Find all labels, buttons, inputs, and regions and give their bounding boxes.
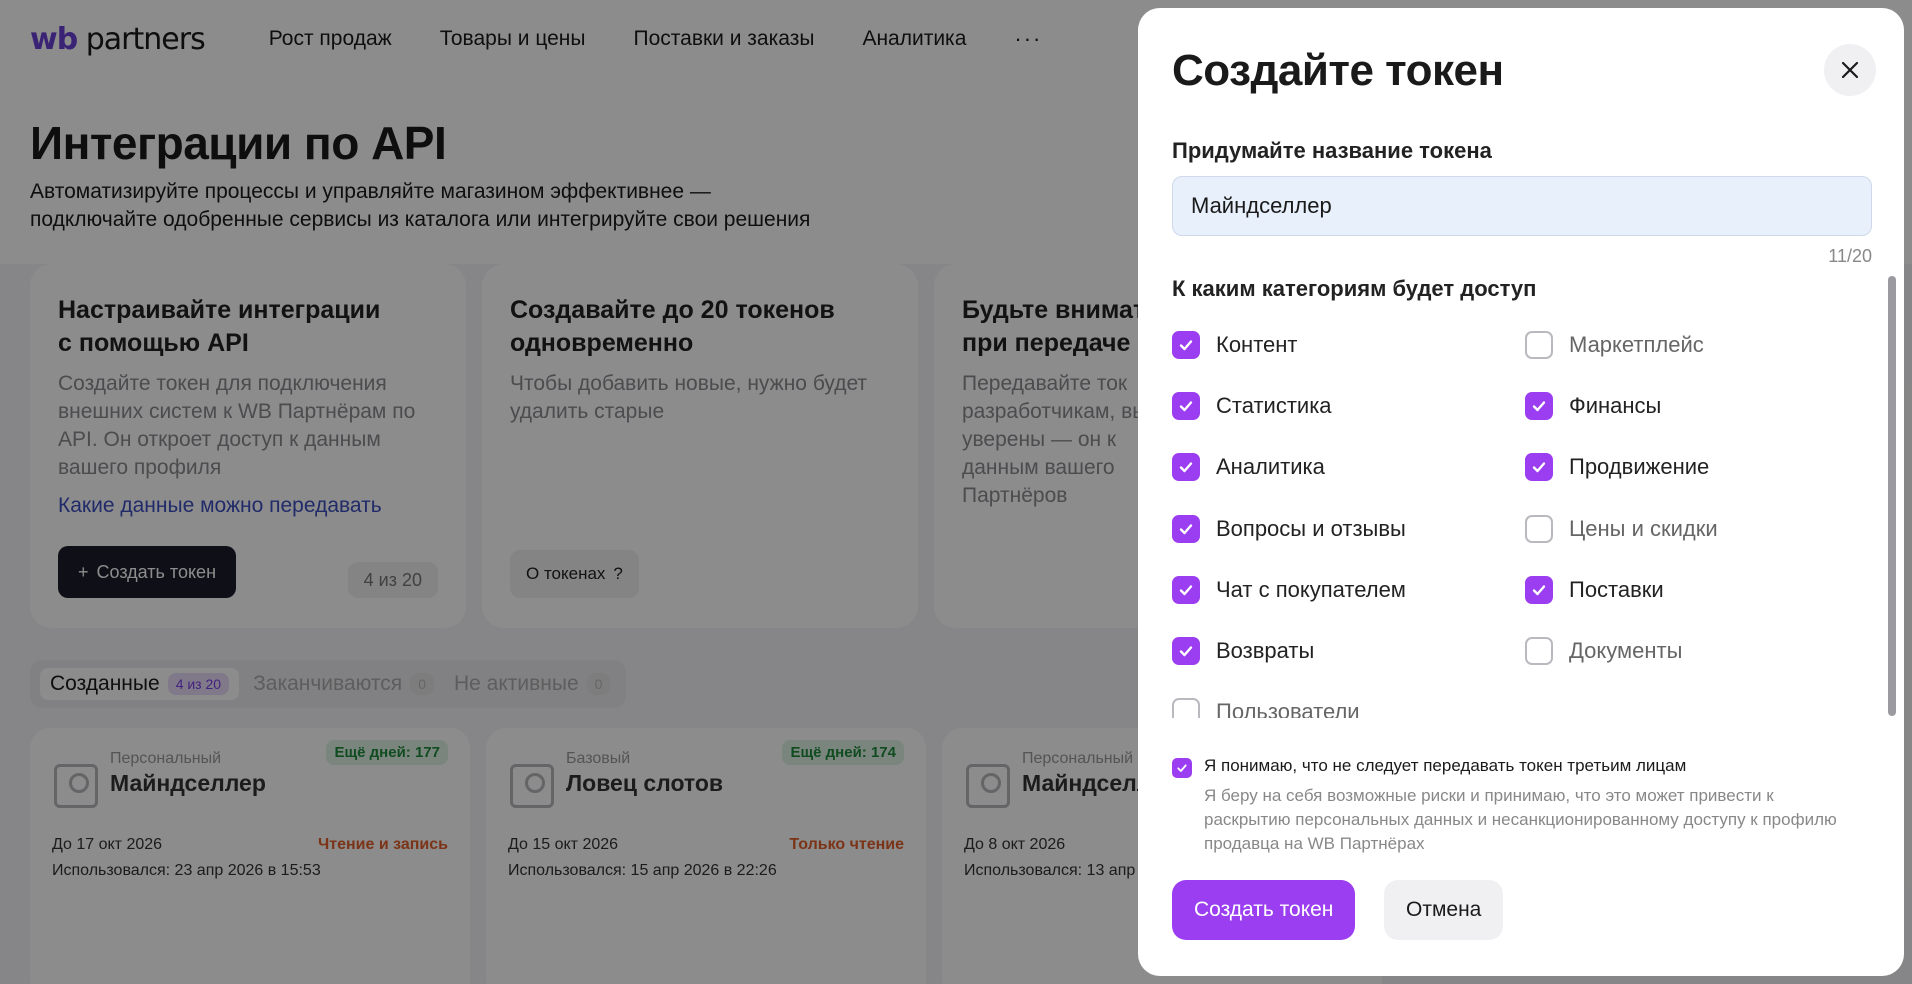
check-icon: [1532, 401, 1546, 412]
category-label: Чат с покупателем: [1216, 576, 1406, 602]
category-label: Возвраты: [1216, 638, 1315, 664]
check-icon: [1179, 523, 1193, 534]
category-label: Финансы: [1569, 392, 1662, 418]
category-checkbox[interactable]: [1172, 637, 1200, 666]
category-label: Аналитика: [1216, 454, 1325, 480]
category-label: Маркетплейс: [1569, 331, 1704, 357]
category-option[interactable]: Возвраты: [1172, 620, 1525, 681]
category-checkbox[interactable]: [1172, 514, 1200, 543]
category-checkbox[interactable]: [1172, 330, 1200, 359]
category-checkbox[interactable]: [1172, 698, 1200, 718]
category-option[interactable]: Документы: [1525, 620, 1872, 681]
category-label: Контент: [1216, 331, 1298, 357]
check-icon: [1177, 764, 1187, 772]
categories-list: Контент Маркетплейс Статистика Финансы Анали…: [1172, 314, 1872, 718]
check-icon: [1179, 339, 1193, 350]
category-checkbox[interactable]: [1525, 514, 1553, 543]
create-token-button[interactable]: Создать токен: [1172, 880, 1356, 940]
close-button[interactable]: [1824, 44, 1876, 96]
category-option[interactable]: Цены и скидки: [1525, 498, 1872, 559]
close-icon: [1841, 61, 1859, 79]
check-icon: [1179, 646, 1193, 657]
check-icon: [1179, 462, 1193, 473]
category-label: Поставки: [1569, 576, 1664, 602]
cancel-button[interactable]: Отмена: [1384, 880, 1504, 940]
category-checkbox[interactable]: [1525, 453, 1553, 482]
category-option[interactable]: Пользователи: [1172, 682, 1525, 718]
category-checkbox[interactable]: [1172, 575, 1200, 604]
category-option[interactable]: Контент: [1172, 314, 1525, 375]
category-option[interactable]: Маркетплейс: [1525, 314, 1872, 375]
agreement-title: Я понимаю, что не следует передавать ток…: [1204, 756, 1687, 775]
category-label: Вопросы и отзывы: [1216, 515, 1406, 541]
category-label: Статистика: [1216, 392, 1332, 418]
category-checkbox[interactable]: [1172, 453, 1200, 482]
category-checkbox[interactable]: [1525, 391, 1553, 420]
category-option[interactable]: Вопросы и отзывы: [1172, 498, 1525, 559]
categories-grid: Контент Маркетплейс Статистика Финансы Анали…: [1172, 314, 1872, 718]
category-label: Цены и скидки: [1569, 515, 1718, 541]
check-icon: [1532, 585, 1546, 596]
category-option[interactable]: Продвижение: [1525, 437, 1872, 498]
categories-label: К каким категориям будет доступ: [1172, 276, 1537, 301]
category-option[interactable]: Финансы: [1525, 375, 1872, 436]
category-checkbox[interactable]: [1525, 575, 1553, 604]
check-icon: [1532, 462, 1546, 473]
token-name-label: Придумайте название токена: [1172, 138, 1492, 163]
agreement-checkbox[interactable]: [1172, 758, 1192, 778]
modal-scrollbar[interactable]: [1888, 276, 1896, 716]
category-label: Продвижение: [1569, 454, 1710, 480]
category-checkbox[interactable]: [1172, 391, 1200, 420]
create-token-modal: Создайте токен Придумайте название токен…: [1138, 8, 1904, 976]
category-option[interactable]: Статистика: [1172, 375, 1525, 436]
category-option[interactable]: Поставки: [1525, 559, 1872, 620]
agreement-block: Я понимаю, что не следует передавать ток…: [1172, 756, 1844, 856]
category-label: Пользователи: [1216, 699, 1360, 718]
category-label: Документы: [1569, 638, 1683, 664]
check-icon: [1179, 401, 1193, 412]
check-icon: [1179, 585, 1193, 596]
category-option[interactable]: Чат с покупателем: [1172, 559, 1525, 620]
category-checkbox[interactable]: [1525, 637, 1553, 666]
char-counter: 11/20: [1828, 246, 1872, 266]
token-name-input[interactable]: [1172, 176, 1872, 236]
category-checkbox[interactable]: [1525, 330, 1553, 359]
category-option[interactable]: Аналитика: [1172, 437, 1525, 498]
modal-title: Создайте токен: [1172, 46, 1504, 95]
agreement-note: Я беру на себя возможные риски и принима…: [1204, 786, 1837, 853]
